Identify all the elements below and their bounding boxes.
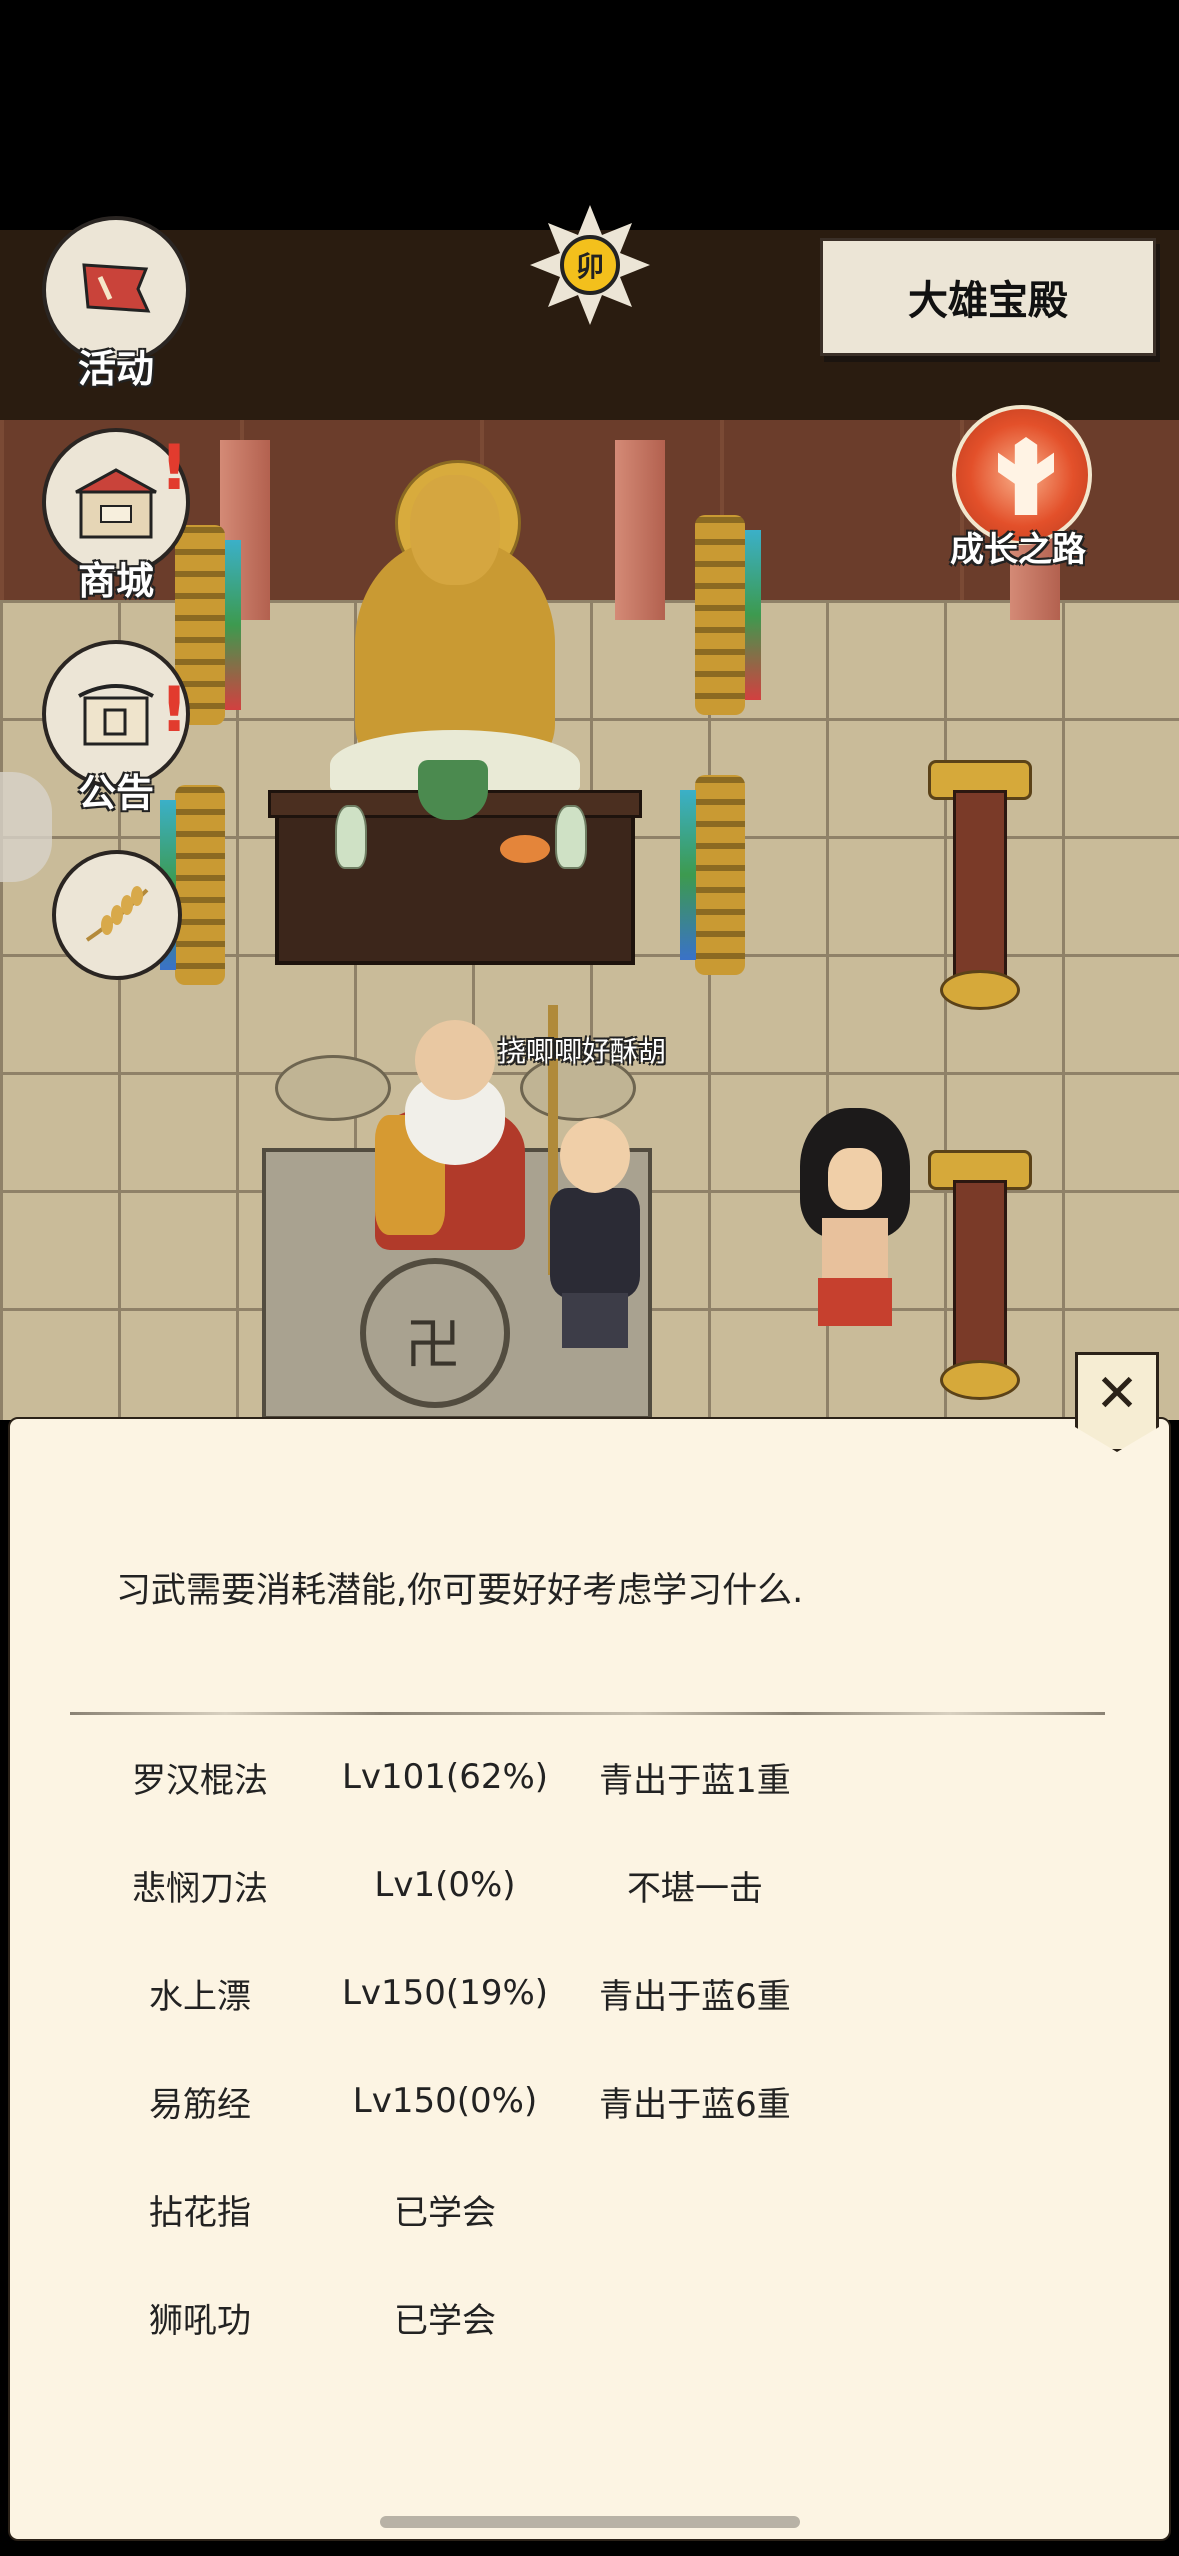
home-indicator[interactable] xyxy=(380,2516,800,2528)
skill-rank: 青出于蓝6重 xyxy=(599,2084,791,2125)
player-character[interactable] xyxy=(540,1118,650,1348)
skill-row[interactable]: 易筋经 Lv150(0%) 青出于蓝6重 xyxy=(0,2066,1179,2136)
player-head xyxy=(560,1118,630,1193)
skill-name: 悲悯刀法 xyxy=(132,1868,268,1909)
skill-rank: 青出于蓝1重 xyxy=(599,1760,791,1801)
harvest-button[interactable] xyxy=(52,850,182,980)
pillar-1 xyxy=(953,790,1007,990)
skill-level: 已学会 xyxy=(394,2300,496,2341)
notice-label: 公告 xyxy=(78,771,155,815)
skill-row[interactable]: 悲悯刀法 Lv1(0%) 不堪一击 xyxy=(0,1850,1179,1920)
location-banner: 大雄宝殿 xyxy=(820,238,1156,356)
prayer-wheel-4 xyxy=(695,775,745,975)
pillar-base-2 xyxy=(940,1360,1020,1400)
swastika-symbol: 卍 xyxy=(405,1313,461,1378)
abbot-head xyxy=(415,1020,495,1100)
streamer-2 xyxy=(745,530,761,700)
time-of-day-badge: 卯 xyxy=(530,205,650,325)
pillar-2 xyxy=(953,1180,1007,1380)
events-label: 活动 xyxy=(78,347,155,391)
skill-level: Lv150(19%) xyxy=(341,1973,549,2013)
dialog-message: 习武需要消耗潜能,你可要好好考虑学习什么. xyxy=(116,1571,804,1611)
streamer-4 xyxy=(680,790,696,960)
skill-name: 狮吼功 xyxy=(149,2300,251,2341)
edge-drawer-tab[interactable] xyxy=(0,772,52,882)
wanderer-face xyxy=(828,1148,882,1210)
skill-rank: 青出于蓝6重 xyxy=(599,1976,791,2017)
shop-label: 商城 xyxy=(78,559,155,603)
close-icon: ✕ xyxy=(1095,1364,1139,1424)
prayer-wheel-3 xyxy=(175,785,225,985)
vase-left xyxy=(335,805,367,869)
cheering-figure-icon xyxy=(998,437,1054,515)
pillar-base-1 xyxy=(940,970,1020,1010)
incense-burner xyxy=(418,760,488,820)
buddha-head xyxy=(410,475,500,585)
skill-level: Lv101(62%) xyxy=(341,1757,549,1797)
time-label: 卯 xyxy=(560,235,620,295)
skill-level: Lv1(0%) xyxy=(374,1865,516,1905)
vase-right xyxy=(555,805,587,869)
curtain-right xyxy=(615,440,665,620)
wanderer-npc[interactable] xyxy=(800,1108,910,1348)
skill-name: 水上漂 xyxy=(149,1976,251,2017)
streamer-1 xyxy=(225,540,241,710)
skill-name: 拈花指 xyxy=(149,2192,251,2233)
notice-alert-icon: ! xyxy=(160,673,189,746)
dialog-divider xyxy=(70,1712,1105,1715)
player-body xyxy=(550,1188,640,1298)
skill-level: Lv150(0%) xyxy=(352,2081,538,2121)
shop-alert-icon: ! xyxy=(160,431,189,504)
skill-row[interactable]: 水上漂 Lv150(19%) 青出于蓝6重 xyxy=(0,1958,1179,2028)
skill-rank: 不堪一击 xyxy=(627,1868,763,1909)
skill-name: 易筋经 xyxy=(149,2084,251,2125)
player-legs xyxy=(562,1293,628,1348)
growth-path-label: 成长之路 xyxy=(950,530,1086,570)
wanderer-shorts xyxy=(818,1278,892,1326)
skill-row[interactable]: 拈花指 已学会 xyxy=(0,2174,1179,2244)
prayer-wheel-2 xyxy=(695,515,745,715)
skill-rank xyxy=(580,2174,810,2244)
npc-name-tag: 挠唧唧好酥胡 xyxy=(498,1035,667,1068)
skill-row[interactable]: 罗汉棍法 Lv101(62%) 青出于蓝1重 xyxy=(0,1742,1179,1812)
fruit-plate xyxy=(500,835,550,863)
wheat-icon xyxy=(56,854,178,976)
skill-row[interactable]: 狮吼功 已学会 xyxy=(0,2282,1179,2352)
skill-name: 罗汉棍法 xyxy=(132,1760,268,1801)
status-bar-area xyxy=(0,0,1179,230)
skill-rank xyxy=(580,2282,810,2352)
skill-level: 已学会 xyxy=(394,2192,496,2233)
